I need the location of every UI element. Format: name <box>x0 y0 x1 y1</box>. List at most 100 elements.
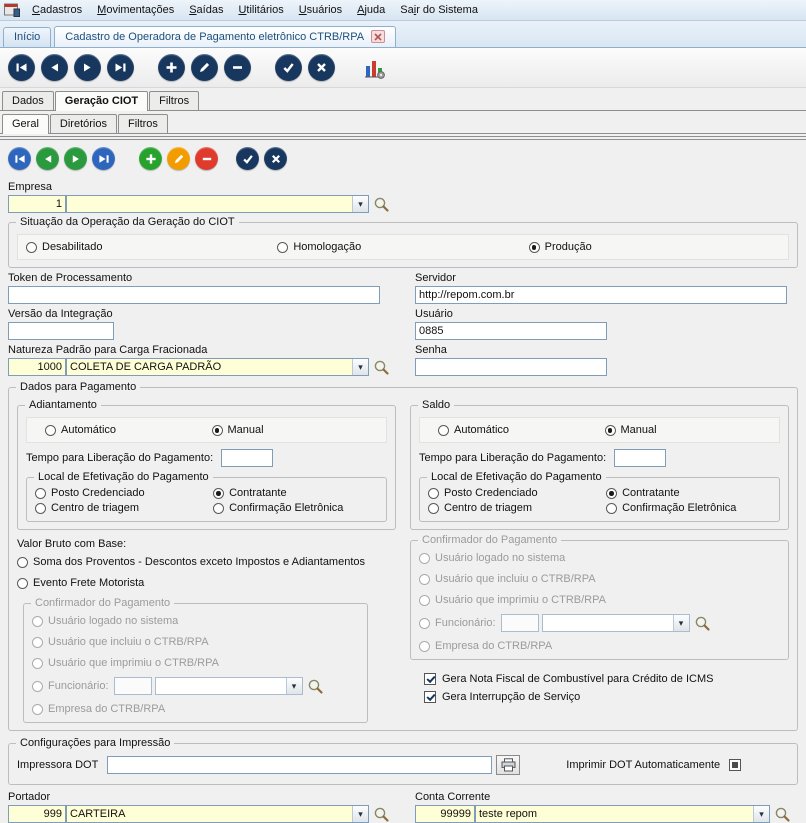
radio-icon[interactable] <box>428 503 439 514</box>
nav-last-button[interactable] <box>92 147 115 170</box>
radio-icon[interactable] <box>17 557 28 568</box>
nav-prev-button[interactable] <box>36 147 59 170</box>
valor-bruto-evento-radio[interactable]: Evento Frete Motorista <box>17 577 396 589</box>
last-record-button[interactable] <box>107 54 134 81</box>
subtab-filtros[interactable]: Filtros <box>117 114 168 133</box>
funcionario-combo[interactable] <box>541 614 690 632</box>
natureza-code-input[interactable] <box>8 358 66 376</box>
confirmador-empresa-radio[interactable]: Empresa do CTRB/RPA <box>32 703 359 715</box>
portador-search-icon[interactable] <box>373 806 390 823</box>
prev-record-button[interactable] <box>41 54 68 81</box>
printer-icon[interactable] <box>496 755 521 775</box>
conta-combo[interactable]: teste repom <box>475 805 770 823</box>
radio-icon[interactable] <box>606 503 618 514</box>
valor-bruto-soma-radio[interactable]: Soma dos Proventos - Descontos exceto Im… <box>17 556 396 568</box>
token-input[interactable] <box>8 286 380 304</box>
nav-first-button[interactable] <box>8 147 31 170</box>
conta-code-input[interactable] <box>415 805 475 823</box>
funcionario-search-icon[interactable] <box>307 678 324 695</box>
adiantamento-posto-radio[interactable]: Posto Credenciado <box>35 487 213 499</box>
radio-producao[interactable]: Produção <box>528 241 780 253</box>
versao-input[interactable] <box>8 322 114 340</box>
chevron-down-icon[interactable] <box>352 359 368 375</box>
adiantamento-tempo-input[interactable] <box>221 449 274 467</box>
conta-search-icon[interactable] <box>774 806 791 823</box>
radio-icon[interactable] <box>26 242 37 253</box>
radio-homologacao[interactable]: Homologação <box>277 241 528 253</box>
chart-icon[interactable] <box>359 54 389 82</box>
funcionario-search-icon[interactable] <box>694 615 711 632</box>
checkbox-icon[interactable] <box>424 691 436 703</box>
radio-icon[interactable] <box>211 425 223 436</box>
first-record-button[interactable] <box>8 54 35 81</box>
radio-icon[interactable] <box>35 488 46 499</box>
next-record-button[interactable] <box>74 54 101 81</box>
confirmador-imprimiu-radio[interactable]: Usuário que imprimiu o CTRB/RPA <box>32 657 359 669</box>
menu-usuarios[interactable]: Usuários <box>292 2 349 18</box>
chevron-down-icon[interactable] <box>285 678 302 694</box>
checkbox-icon[interactable] <box>424 673 436 685</box>
confirmador-funcionario-radio[interactable]: Funcionário: <box>32 680 109 692</box>
radio-icon[interactable] <box>604 425 616 436</box>
adiantamento-eletronica-radio[interactable]: Confirmação Eletrônica <box>213 502 378 514</box>
nav-next-button[interactable] <box>64 147 87 170</box>
natureza-search-icon[interactable] <box>373 359 390 376</box>
radio-icon[interactable] <box>35 503 46 514</box>
confirmador-imprimiu-radio[interactable]: Usuário que imprimiu o CTRB/RPA <box>419 594 780 606</box>
remove-button[interactable] <box>195 147 218 170</box>
menu-utilitarios[interactable]: Utilitários <box>231 2 290 18</box>
funcionario-code-input[interactable] <box>113 677 152 695</box>
menu-ajuda[interactable]: Ajuda <box>350 2 392 18</box>
confirmador-incluiu-radio[interactable]: Usuário que incluiu o CTRB/RPA <box>419 573 780 585</box>
adiantamento-contratante-radio[interactable]: Contratante <box>213 487 378 499</box>
portador-combo[interactable]: CARTEIRA <box>66 805 369 823</box>
insert-button[interactable] <box>139 147 162 170</box>
delete-record-button[interactable] <box>224 54 251 81</box>
subtab-diretorios[interactable]: Diretórios <box>49 114 117 133</box>
saldo-automatico-radio[interactable]: Automático <box>438 424 605 436</box>
confirmador-funcionario-radio[interactable]: Funcionário: <box>419 617 496 629</box>
menu-movimentacoes[interactable]: Movimentações <box>90 2 181 18</box>
radio-icon[interactable] <box>528 242 540 253</box>
confirmador-logado-radio[interactable]: Usuário logado no sistema <box>419 552 780 564</box>
saldo-posto-radio[interactable]: Posto Credenciado <box>428 487 606 499</box>
confirmador-incluiu-radio[interactable]: Usuário que incluiu o CTRB/RPA <box>32 636 359 648</box>
radio-icon[interactable] <box>17 578 28 589</box>
menu-saidas[interactable]: Saídas <box>182 2 230 18</box>
cancel-edit-button[interactable] <box>264 147 287 170</box>
post-button[interactable] <box>236 147 259 170</box>
radio-icon[interactable] <box>277 242 289 253</box>
adiantamento-automatico-radio[interactable]: Automático <box>45 424 212 436</box>
tab-geracao-ciot[interactable]: Geração CIOT <box>54 91 149 111</box>
funcionario-code-input[interactable] <box>500 614 539 632</box>
saldo-triagem-radio[interactable]: Centro de triagem <box>428 502 606 514</box>
saldo-manual-radio[interactable]: Manual <box>604 424 772 436</box>
funcionario-combo[interactable] <box>154 677 303 695</box>
tab-dados[interactable]: Dados <box>2 91 54 110</box>
edit-button[interactable] <box>167 147 190 170</box>
confirmador-logado-radio[interactable]: Usuário logado no sistema <box>32 615 359 627</box>
empresa-combo[interactable] <box>66 195 369 213</box>
empresa-code-input[interactable] <box>8 195 66 213</box>
servidor-input[interactable] <box>415 286 787 304</box>
gera-interrupcao-checkbox[interactable]: Gera Interrupção de Serviço <box>424 691 789 703</box>
tab-cadastro-operadora[interactable]: Cadastro de Operadora de Pagamento eletr… <box>54 26 397 47</box>
saldo-tempo-input[interactable] <box>614 449 667 467</box>
chevron-down-icon[interactable] <box>352 196 368 212</box>
adiantamento-triagem-radio[interactable]: Centro de triagem <box>35 502 213 514</box>
imprimir-dot-checkbox[interactable] <box>729 759 742 771</box>
usuario-input[interactable] <box>415 322 607 340</box>
radio-icon[interactable] <box>428 488 439 499</box>
radio-icon[interactable] <box>606 488 618 499</box>
confirm-button[interactable] <box>275 54 302 81</box>
chevron-down-icon[interactable] <box>753 806 769 822</box>
radio-desabilitado[interactable]: Desabilitado <box>26 241 277 253</box>
gera-nota-fiscal-checkbox[interactable]: Gera Nota Fiscal de Combustível para Cré… <box>424 673 789 685</box>
edit-record-button[interactable] <box>191 54 218 81</box>
radio-icon[interactable] <box>213 503 225 514</box>
portador-code-input[interactable] <box>8 805 66 823</box>
saldo-eletronica-radio[interactable]: Confirmação Eletrônica <box>606 502 771 514</box>
senha-input[interactable] <box>415 358 607 376</box>
menu-cadastros[interactable]: Cadastros <box>25 2 89 18</box>
add-record-button[interactable] <box>158 54 185 81</box>
